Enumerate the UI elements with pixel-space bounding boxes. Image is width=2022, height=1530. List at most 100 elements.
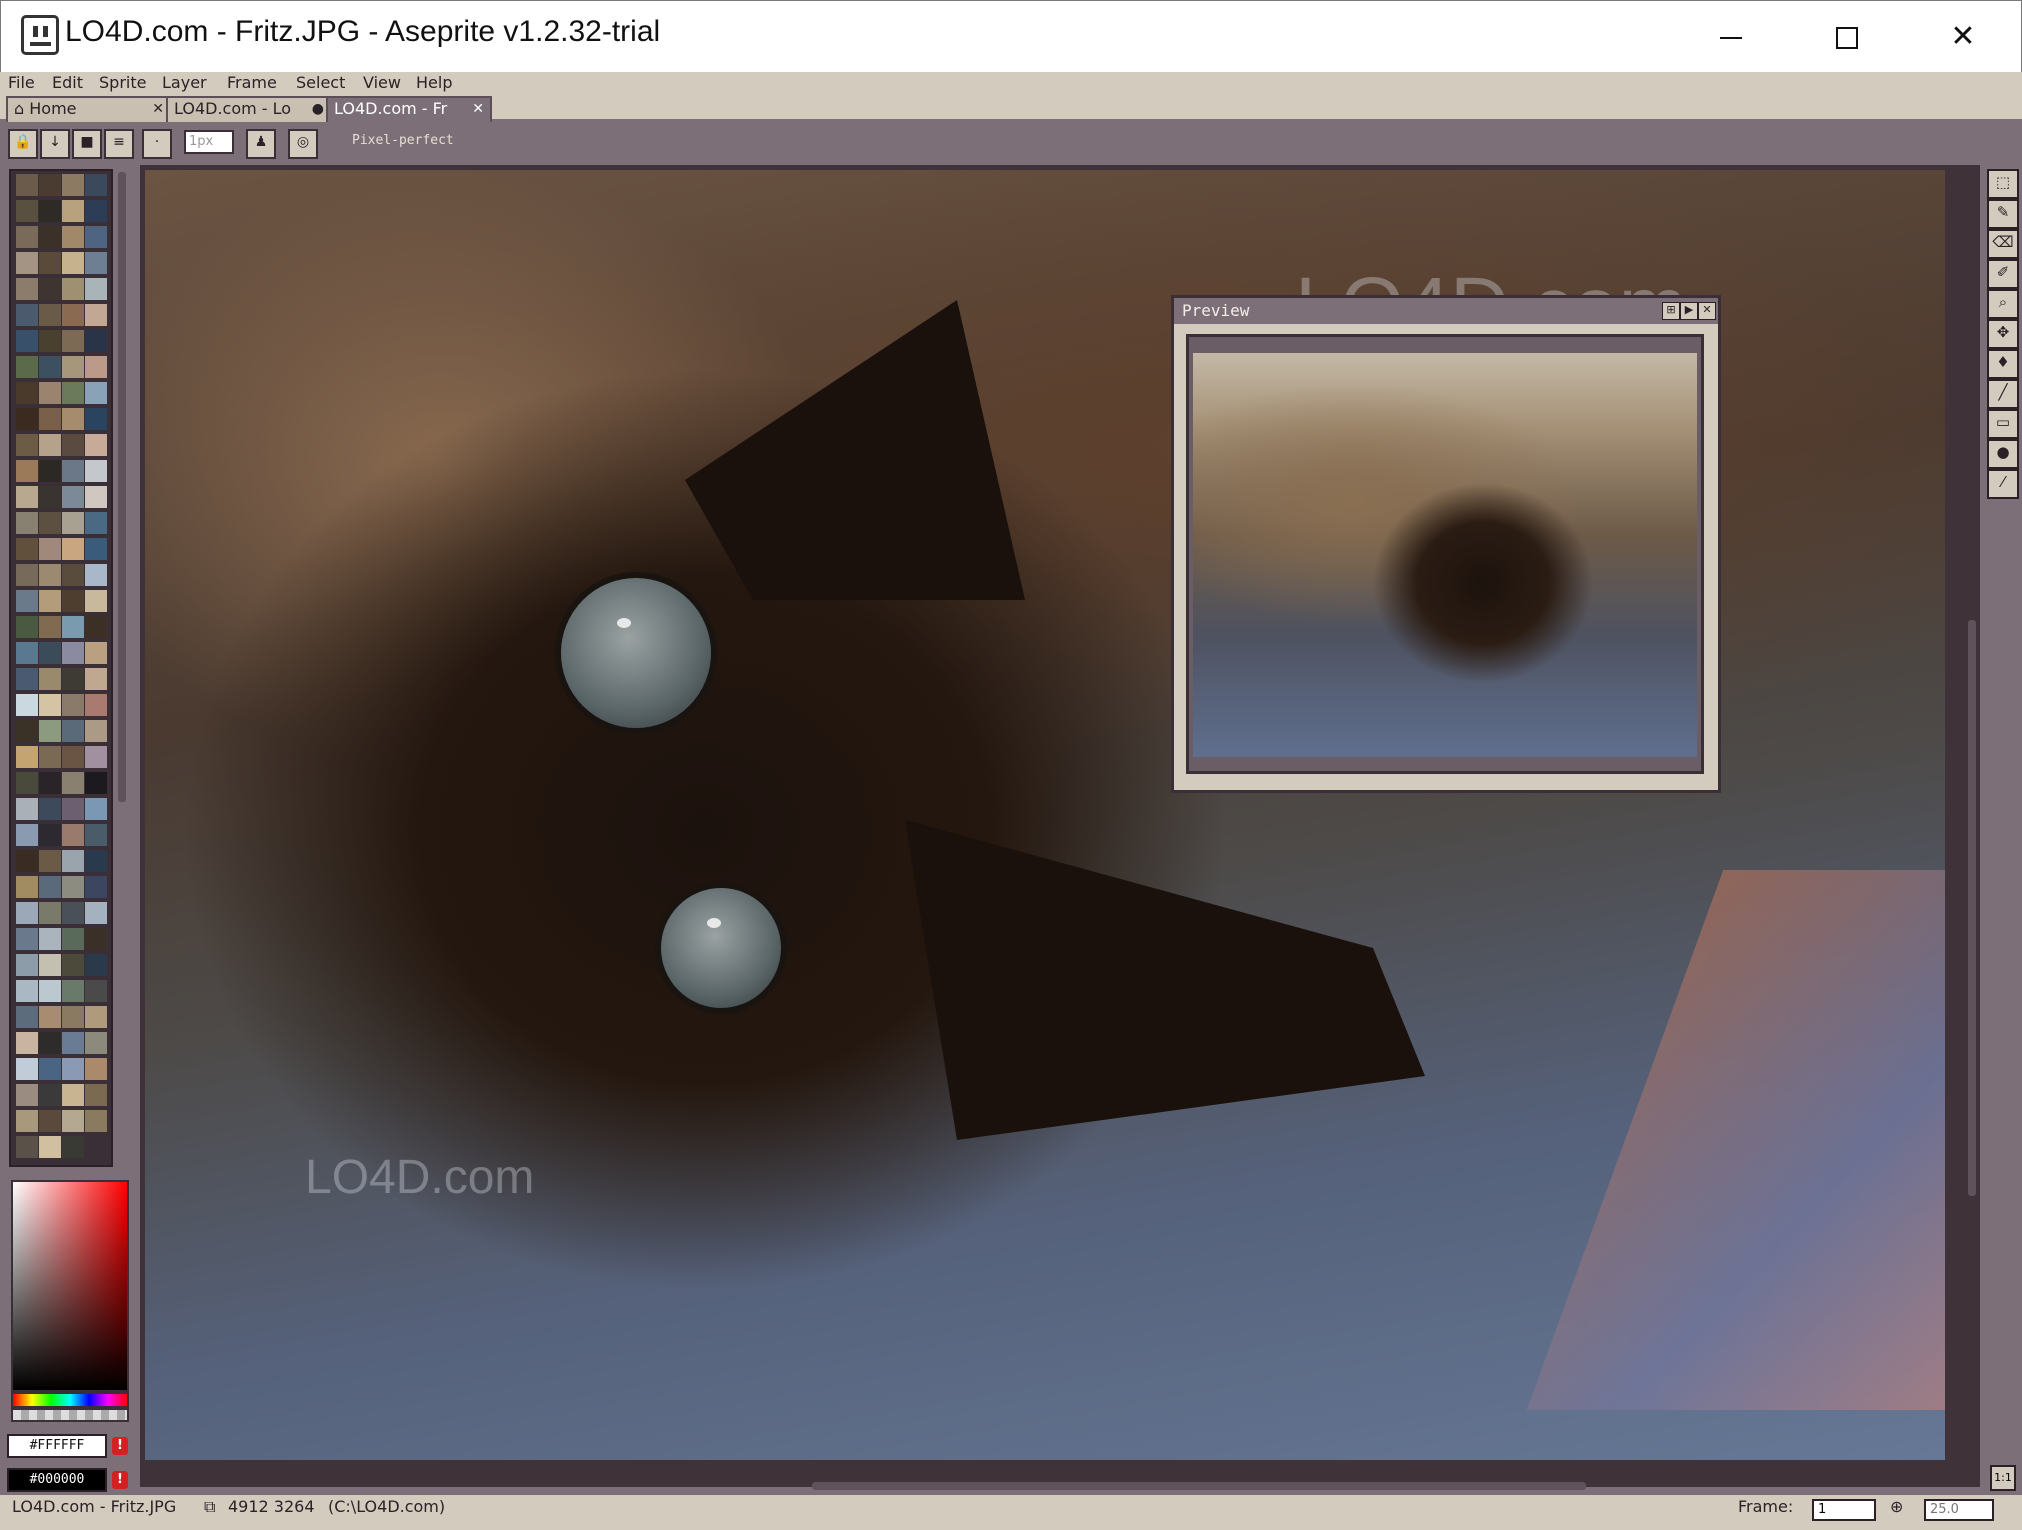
eyedropper-icon[interactable]: ✐ xyxy=(1987,259,2019,289)
palette-swatch[interactable] xyxy=(16,252,38,274)
palette-swatch[interactable] xyxy=(85,772,107,794)
palette-swatch[interactable] xyxy=(39,668,61,690)
preview-titlebar[interactable]: Preview ⊞ ▶ ✕ xyxy=(1174,298,1718,324)
blur-icon[interactable]: ⁄ xyxy=(1987,469,2019,499)
minimize-button[interactable] xyxy=(1673,1,1789,73)
palette-swatch[interactable] xyxy=(39,226,61,248)
palette-swatch[interactable] xyxy=(85,252,107,274)
palette-swatch[interactable] xyxy=(16,954,38,976)
palette-swatch[interactable] xyxy=(16,564,38,586)
palette-swatch[interactable] xyxy=(16,798,38,820)
palette-swatch[interactable] xyxy=(39,616,61,638)
palette-swatch[interactable] xyxy=(39,486,61,508)
palette-swatch[interactable] xyxy=(85,824,107,846)
palette-swatch[interactable] xyxy=(62,226,84,248)
palette-swatch[interactable] xyxy=(16,408,38,430)
tab-close-icon[interactable]: ✕ xyxy=(152,98,164,120)
palette-swatch[interactable] xyxy=(62,408,84,430)
palette-swatch[interactable] xyxy=(39,850,61,872)
palette-swatch[interactable] xyxy=(85,1084,107,1106)
palette-swatch[interactable] xyxy=(39,408,61,430)
tab-modified-icon[interactable]: ● xyxy=(312,98,324,120)
palette-swatch[interactable] xyxy=(85,174,107,196)
palette-swatch[interactable] xyxy=(39,1006,61,1028)
line-icon[interactable]: ╱ xyxy=(1987,379,2019,409)
palette-swatch[interactable] xyxy=(62,434,84,456)
palette-swatch[interactable] xyxy=(16,356,38,378)
background-color[interactable]: #000000 xyxy=(7,1468,107,1492)
palette-swatch[interactable] xyxy=(39,824,61,846)
tab-lo4d-lo[interactable]: LO4D.com - Lo ● xyxy=(166,96,332,122)
palette-swatch[interactable] xyxy=(85,850,107,872)
palette-swatch[interactable] xyxy=(62,486,84,508)
palette-swatch[interactable] xyxy=(39,252,61,274)
palette-swatch[interactable] xyxy=(62,460,84,482)
palette-swatch[interactable] xyxy=(39,590,61,612)
preview-close-icon[interactable]: ✕ xyxy=(1698,302,1716,320)
palette-swatch[interactable] xyxy=(16,1006,38,1028)
palette-swatch[interactable] xyxy=(39,1136,61,1158)
tab-close-icon[interactable]: ✕ xyxy=(472,98,484,120)
palette-swatch[interactable] xyxy=(39,720,61,742)
palette-swatch[interactable] xyxy=(85,304,107,326)
palette-swatch[interactable] xyxy=(16,642,38,664)
palette-swatch[interactable] xyxy=(62,1136,84,1158)
palette-swatch[interactable] xyxy=(85,928,107,950)
palette-swatch[interactable] xyxy=(39,330,61,352)
palette-swatch[interactable] xyxy=(85,720,107,742)
palette-swatch[interactable] xyxy=(39,512,61,534)
palette-swatch[interactable] xyxy=(62,980,84,1002)
menu-help[interactable]: Help xyxy=(416,73,452,92)
palette-swatch[interactable] xyxy=(62,512,84,534)
menu-view[interactable]: View xyxy=(363,73,401,92)
palette-swatch[interactable] xyxy=(62,902,84,924)
brush-size-input[interactable]: 1px xyxy=(184,130,234,154)
tab-lo4d-fritz[interactable]: LO4D.com - Fr ✕ xyxy=(326,96,492,122)
palette-swatch[interactable] xyxy=(16,980,38,1002)
palette-swatch[interactable] xyxy=(85,1006,107,1028)
opacity-icon[interactable]: ◎ xyxy=(288,129,318,159)
palette-swatch[interactable] xyxy=(62,954,84,976)
square-brush-icon[interactable]: ■ xyxy=(72,129,102,159)
palette-swatch[interactable] xyxy=(62,616,84,638)
palette-swatch[interactable] xyxy=(62,772,84,794)
palette-swatch[interactable] xyxy=(16,876,38,898)
palette-swatch[interactable] xyxy=(39,304,61,326)
palette-swatch[interactable] xyxy=(16,1136,38,1158)
zoom-input[interactable]: 25.0 xyxy=(1924,1499,1994,1521)
palette-swatch[interactable] xyxy=(85,486,107,508)
palette-swatch[interactable] xyxy=(62,798,84,820)
palette-swatch[interactable] xyxy=(62,174,84,196)
palette-swatch[interactable] xyxy=(85,798,107,820)
palette-swatch[interactable] xyxy=(16,304,38,326)
palette-swatch[interactable] xyxy=(62,538,84,560)
palette-swatch[interactable] xyxy=(16,382,38,404)
palette-swatch[interactable] xyxy=(39,434,61,456)
palette-swatch[interactable] xyxy=(16,616,38,638)
frame-input[interactable]: 1 xyxy=(1812,1499,1876,1521)
palette-swatch[interactable] xyxy=(62,720,84,742)
palette-swatch[interactable] xyxy=(16,460,38,482)
palette-swatch[interactable] xyxy=(85,330,107,352)
palette-swatch[interactable] xyxy=(16,1032,38,1054)
palette-swatch[interactable] xyxy=(85,954,107,976)
close-button[interactable]: ✕ xyxy=(1905,1,2021,73)
lines-icon[interactable]: ≡ xyxy=(104,129,134,159)
palette-swatch[interactable] xyxy=(39,538,61,560)
palette-swatch[interactable] xyxy=(16,174,38,196)
palette-swatch[interactable] xyxy=(39,200,61,222)
palette-swatch[interactable] xyxy=(39,564,61,586)
palette-swatch[interactable] xyxy=(16,590,38,612)
palette-swatch[interactable] xyxy=(39,876,61,898)
palette-swatch[interactable] xyxy=(62,330,84,352)
palette-swatch[interactable] xyxy=(16,1058,38,1080)
palette-swatch[interactable] xyxy=(62,1032,84,1054)
tab-home[interactable]: ⌂ Home ✕ xyxy=(6,96,172,122)
palette-scrollbar[interactable] xyxy=(118,172,126,802)
palette-swatch[interactable] xyxy=(62,1058,84,1080)
palette-swatch[interactable] xyxy=(39,356,61,378)
hue-slider[interactable] xyxy=(11,1392,129,1408)
palette-swatch[interactable] xyxy=(39,954,61,976)
menu-sprite[interactable]: Sprite xyxy=(99,73,146,92)
menu-edit[interactable]: Edit xyxy=(52,73,83,92)
